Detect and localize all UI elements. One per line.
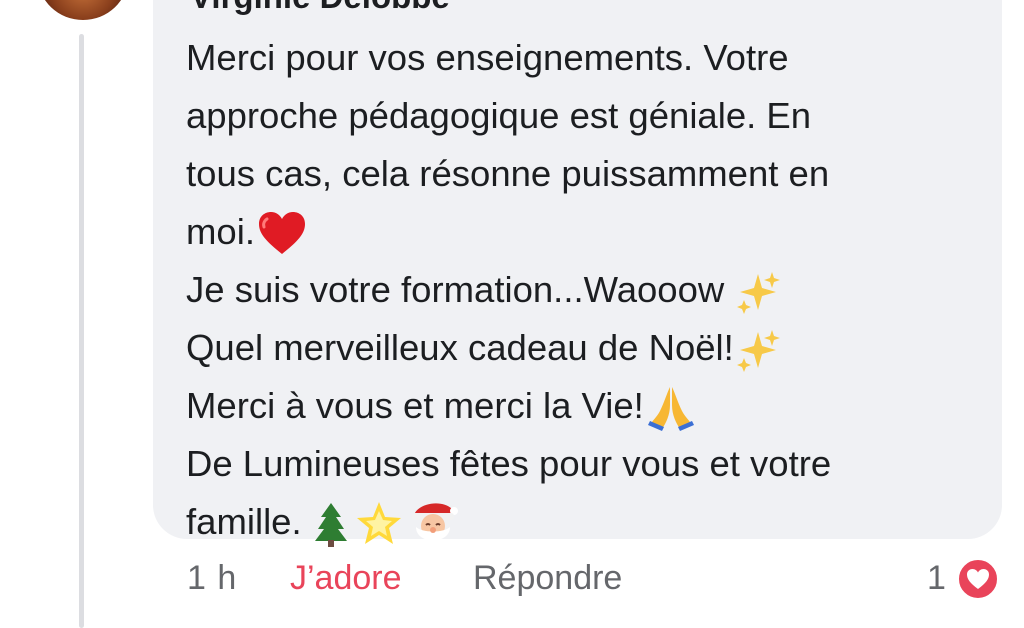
comment-line: Merci pour vos enseignements. Votre <box>186 37 789 78</box>
sparkles-icon <box>736 270 781 315</box>
comment-line: Je suis votre formation...Waooow <box>186 261 986 319</box>
thread-connector-line <box>79 34 84 628</box>
avatar[interactable] <box>38 0 128 20</box>
comment-line: approche pédagogique est géniale. En <box>186 95 812 136</box>
comment-thread: Virginie Delobbe Merci pour vos enseigne… <box>0 0 1024 628</box>
comment-body: Merci pour vos enseignements. Votre appr… <box>186 29 986 551</box>
comment-line: moi. <box>186 203 986 261</box>
santa-claus-icon <box>408 499 458 549</box>
love-button[interactable]: J’adore <box>290 555 402 601</box>
glowing-star-icon <box>354 500 404 548</box>
comment-line: Quel merveilleux cadeau de Noël! <box>186 319 986 377</box>
folded-hands-icon <box>646 385 696 432</box>
sparkles-icon <box>736 328 780 373</box>
comment-line: famille. <box>186 493 986 551</box>
reaction-count[interactable]: 1 <box>927 555 946 601</box>
red-heart-icon <box>257 211 307 257</box>
comment-author-name[interactable]: Virginie Delobbe <box>190 0 450 16</box>
reply-button[interactable]: Répondre <box>473 555 622 601</box>
comment-line: De Lumineuses fêtes pour vous et votre <box>186 443 832 484</box>
heart-reaction-icon[interactable] <box>957 558 999 600</box>
comment-timestamp[interactable]: 1 h <box>187 555 237 601</box>
comment-actions: 1 h J’adore Répondre 1 <box>0 555 1024 601</box>
comment-line: tous cas, cela résonne puissamment en <box>186 153 830 194</box>
comment-line: Merci à vous et merci la Vie! <box>186 377 986 435</box>
christmas-tree-icon <box>314 501 348 548</box>
